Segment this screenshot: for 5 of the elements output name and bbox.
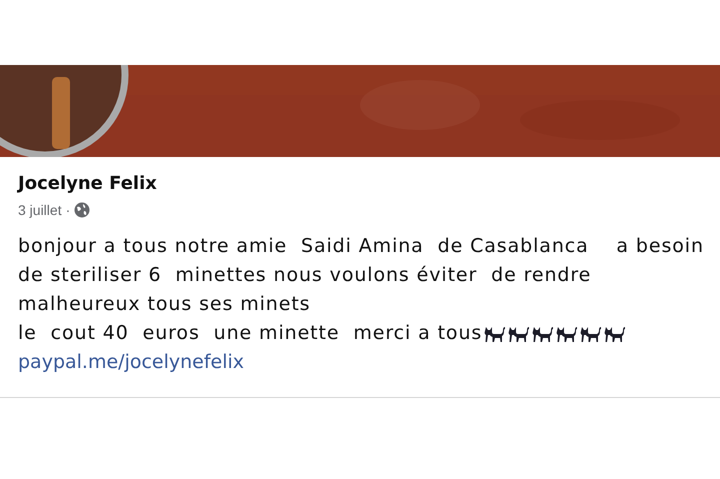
post-date[interactable]: 3 juillet <box>18 202 62 218</box>
paypal-link[interactable]: paypal.me/jocelynefelix <box>18 351 244 373</box>
author-name[interactable]: Jocelyne Felix <box>18 173 702 194</box>
post-text: le cout 40 euros une minette merci a tous <box>18 321 482 346</box>
separator-dot: · <box>66 202 70 218</box>
